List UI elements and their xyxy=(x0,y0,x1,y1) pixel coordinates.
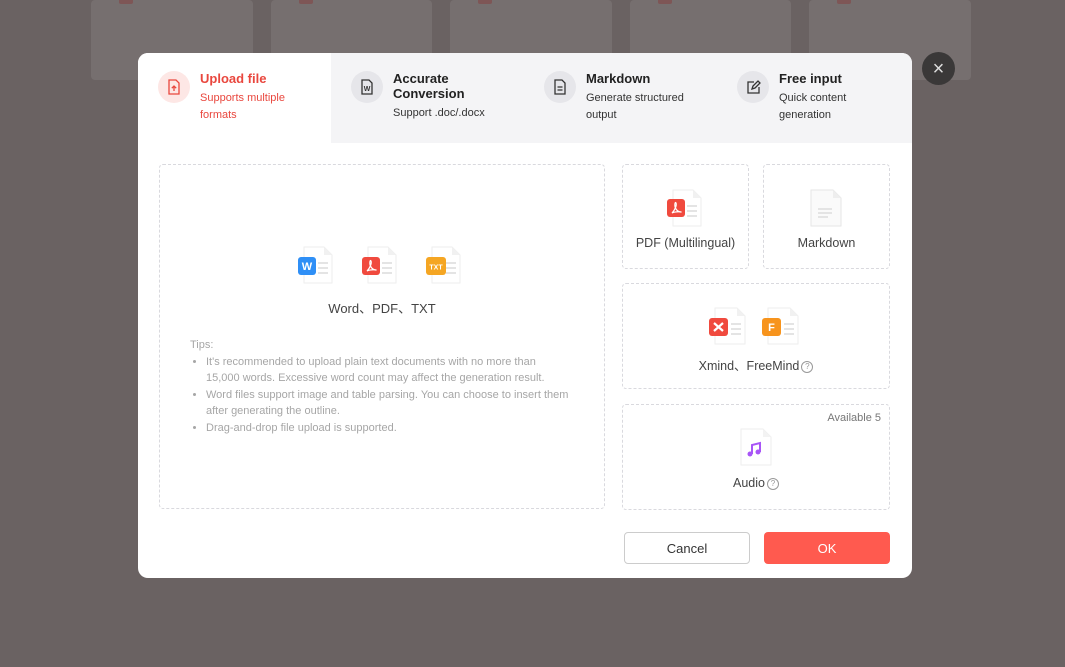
tab-free-input[interactable]: Free input Quick content generation xyxy=(717,53,910,143)
upload-file-icon xyxy=(158,71,190,103)
tip-item: Word files support image and table parsi… xyxy=(206,387,570,420)
option-pdf[interactable]: PDF (Multilingual) xyxy=(622,164,749,269)
svg-text:TXT: TXT xyxy=(429,265,443,272)
tab-title: Accurate Conversion xyxy=(393,71,465,101)
tab-title: Markdown xyxy=(586,71,651,86)
pdf-file-icon xyxy=(667,189,702,227)
option-markdown[interactable]: Markdown xyxy=(763,164,890,269)
freemind-file-icon: F xyxy=(762,307,799,345)
file-drop-zone[interactable]: W TXT Word、PDF、TXT Tips: It's recommende… xyxy=(159,164,605,509)
tab-subtitle: Supports multiple formats xyxy=(200,92,285,121)
option-mindmap[interactable]: F Xmind、FreeMind? xyxy=(622,283,890,389)
word-doc-icon: W xyxy=(351,71,383,103)
formats-caption: Word、PDF、TXT xyxy=(328,301,436,316)
tab-accurate-conversion[interactable]: W Accurate Conversion Support .doc/.docx xyxy=(331,53,524,143)
xmind-file-icon xyxy=(709,307,746,345)
tab-subtitle: Quick content generation xyxy=(779,92,847,121)
help-icon[interactable]: ? xyxy=(801,361,814,373)
import-dialog: Upload file Supports multiple formats W … xyxy=(138,53,912,578)
option-label: Markdown xyxy=(797,236,856,250)
close-icon: × xyxy=(932,57,945,80)
cancel-button[interactable]: Cancel xyxy=(624,532,750,564)
ok-button[interactable]: OK xyxy=(764,532,890,564)
option-label-row: Xmind、FreeMind? xyxy=(623,355,889,374)
available-count: Available 5 xyxy=(827,412,881,424)
svg-text:W: W xyxy=(302,261,313,273)
option-label: Xmind、FreeMind xyxy=(698,359,800,373)
tab-title: Upload file xyxy=(200,71,267,86)
svg-text:F: F xyxy=(768,322,775,334)
tab-markdown[interactable]: Markdown Generate structured output xyxy=(524,53,717,143)
upload-tips: Tips: It's recommended to upload plain t… xyxy=(190,337,570,436)
word-file-icon: W xyxy=(298,246,333,284)
tip-item: It's recommended to upload plain text do… xyxy=(206,354,570,387)
pdf-file-icon xyxy=(362,246,397,284)
tip-item: Drag-and-drop file upload is supported. xyxy=(206,420,570,437)
tab-upload-file[interactable]: Upload file Supports multiple formats xyxy=(138,53,331,143)
audio-file-icon xyxy=(740,428,772,466)
option-label-row: Audio? xyxy=(623,476,889,490)
option-label: PDF (Multilingual) xyxy=(635,236,736,250)
txt-file-icon: TXT xyxy=(426,246,461,284)
tips-title: Tips: xyxy=(190,339,214,351)
tab-subtitle: Generate structured output xyxy=(586,92,684,121)
tab-subtitle: Support .doc/.docx xyxy=(393,107,485,119)
format-icons: W TXT xyxy=(298,245,462,285)
tab-bar: Upload file Supports multiple formats W … xyxy=(138,53,912,143)
edit-pencil-icon xyxy=(737,71,769,103)
markdown-file-icon xyxy=(810,189,842,227)
close-button[interactable]: × xyxy=(922,52,955,85)
document-lines-icon xyxy=(544,71,576,103)
option-audio[interactable]: Available 5 Audio? xyxy=(622,404,890,510)
svg-text:W: W xyxy=(364,86,371,93)
option-label: Audio xyxy=(733,476,765,490)
help-icon[interactable]: ? xyxy=(766,478,779,490)
tab-title: Free input xyxy=(779,71,842,86)
